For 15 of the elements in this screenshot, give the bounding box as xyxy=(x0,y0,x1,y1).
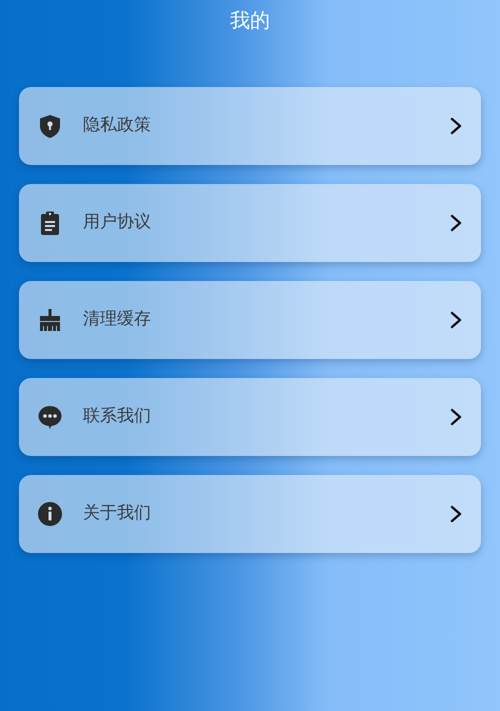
page-title: 我的 xyxy=(230,7,270,30)
menu-item[interactable]: 用户协议 xyxy=(19,184,481,262)
brush-icon xyxy=(37,307,63,333)
chevron-right-icon xyxy=(449,116,463,136)
chevron-right-icon xyxy=(449,310,463,330)
shield-icon xyxy=(37,113,63,139)
menu-item[interactable]: 关于我们 xyxy=(19,475,481,553)
chevron-right-icon xyxy=(449,213,463,233)
menu-item[interactable]: 联系我们 xyxy=(19,378,481,456)
info-icon xyxy=(37,501,63,527)
chat-icon xyxy=(37,404,63,430)
chevron-right-icon xyxy=(449,407,463,427)
menu-item[interactable]: 隐私政策 xyxy=(19,87,481,165)
menu-item[interactable]: 清理缓存 xyxy=(19,281,481,359)
chevron-right-icon xyxy=(449,504,463,524)
